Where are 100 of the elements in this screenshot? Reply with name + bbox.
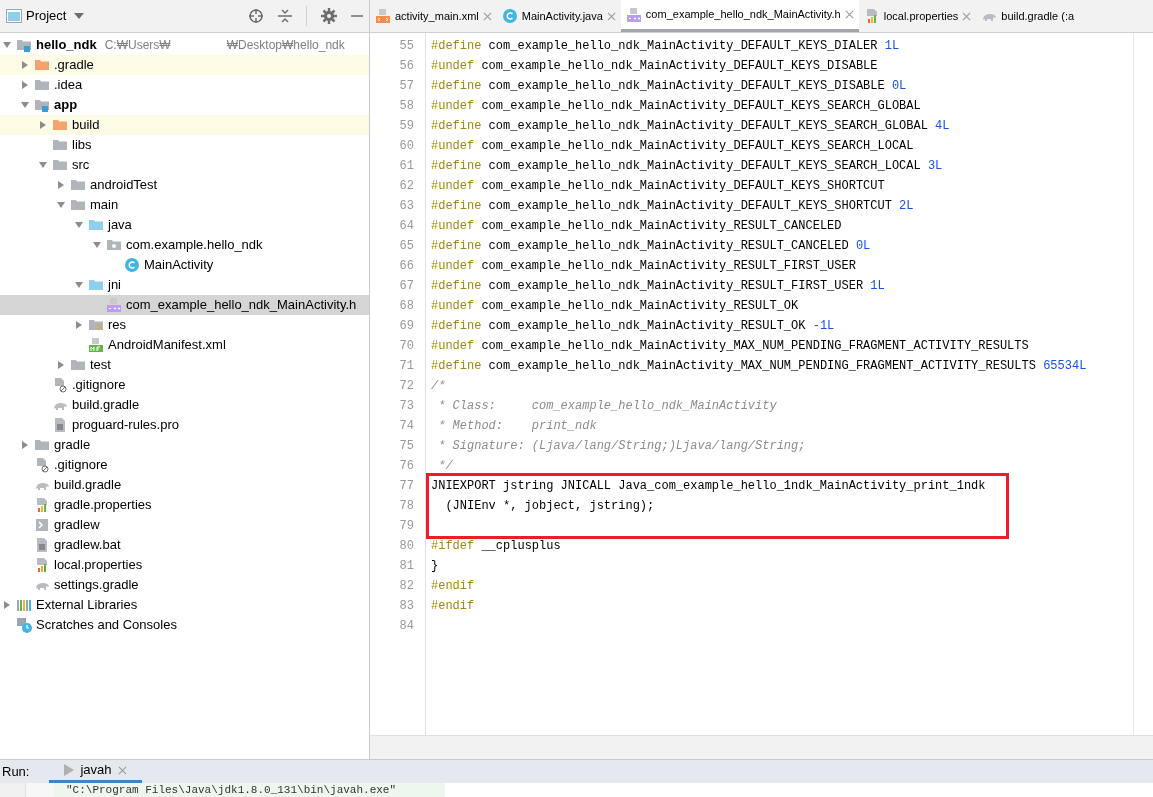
code-line: #undef com_example_hello_ndk_MainActivity_DEFAULT_KEYS_SEARCH_GLOBAL (430, 98, 921, 115)
tree-item[interactable]: libs (0, 135, 369, 155)
collapsed-arrow-icon[interactable] (38, 120, 48, 130)
folder-icon (34, 57, 50, 73)
tree-item[interactable]: AndroidManifest.xml (0, 335, 369, 355)
code-line: #define com_example_hello_ndk_MainActivity_DEFAULT_KEYS_SEARCH_LOCAL 3L (430, 158, 943, 175)
tree-item[interactable]: test (0, 355, 369, 375)
line-number: 71 (398, 358, 415, 375)
tree-item[interactable]: build.gradle (0, 475, 369, 495)
code-line: #define com_example_hello_ndk_MainActivity_RESULT_CANCELED 0L (430, 238, 871, 255)
editor-tab[interactable]: local.properties (858, 0, 977, 32)
tree-item[interactable]: java (0, 215, 369, 235)
line-number: 80 (398, 538, 415, 555)
tree-item[interactable]: local.properties (0, 555, 369, 575)
folder-icon (88, 277, 104, 293)
line-number: 62 (398, 178, 415, 195)
tree-item[interactable]: com.example.hello_ndk (0, 235, 369, 255)
folder-icon (52, 157, 68, 173)
settings-icon[interactable] (321, 8, 337, 24)
close-icon[interactable] (962, 11, 972, 21)
code-line: * Class: com_example_hello_ndk_MainActivity (437, 398, 777, 415)
code-line: #undef com_example_hello_ndk_MainActivity_RESULT_OK (430, 298, 799, 315)
editor-tab[interactable]: build.gradle (:a (976, 0, 1080, 32)
project-window-icon (6, 9, 22, 23)
project-view-dropdown[interactable]: Project (26, 6, 85, 26)
xml-file-icon (375, 8, 391, 24)
folder-icon (88, 217, 104, 233)
editor-tab[interactable]: com_example_hello_ndk_MainActivity.h (620, 0, 859, 32)
folder-icon (52, 117, 68, 133)
line-number: 74 (398, 418, 415, 435)
properties-file-icon (34, 497, 50, 513)
close-icon[interactable] (482, 11, 492, 21)
code-line: (JNIEnv *, jobject, jstring); (444, 498, 655, 515)
folder-icon (70, 177, 86, 193)
code-line: /* (430, 378, 446, 395)
manifest-icon (88, 337, 104, 353)
tree-item[interactable]: app (0, 95, 369, 115)
code-line: */ (437, 458, 453, 475)
close-icon[interactable] (844, 10, 854, 19)
code-line: #define com_example_hello_ndk_MainActivity_DEFAULT_KEYS_SEARCH_GLOBAL 4L (430, 118, 950, 135)
line-number: 58 (398, 98, 415, 115)
tree-item[interactable]: proguard-rules.pro (0, 415, 369, 435)
line-number: 57 (398, 78, 415, 95)
tree-item[interactable]: .gitignore (0, 375, 369, 395)
line-number: 76 (398, 458, 415, 475)
tree-item[interactable]: .idea (0, 75, 369, 95)
collapse-all-icon[interactable] (278, 8, 292, 24)
collapsed-arrow-icon[interactable] (56, 360, 66, 370)
tree-item[interactable]: main (0, 195, 369, 215)
line-number: 78 (398, 498, 415, 515)
tree-item[interactable]: com_example_hello_ndk_MainActivity.h (0, 295, 369, 315)
tree-item[interactable]: src (0, 155, 369, 175)
code-line: #endif (430, 598, 475, 615)
line-number: 68 (398, 298, 415, 315)
expanded-arrow-icon[interactable] (2, 40, 12, 50)
tree-item[interactable]: gradle (0, 435, 369, 455)
expanded-arrow-icon[interactable] (74, 280, 84, 290)
code-line: JNIEXPORT jstring JNICALL Java_com_example_hello_1ndk_MainActivity_print_1ndk (430, 478, 986, 495)
folder-icon (34, 77, 50, 93)
libraries-icon (16, 597, 32, 613)
tree-item[interactable]: gradlew.bat (0, 535, 369, 555)
close-icon[interactable] (606, 11, 616, 21)
collapsed-arrow-icon[interactable] (2, 600, 12, 610)
run-label: Run: (2, 762, 30, 781)
text-file-icon (52, 417, 68, 433)
tree-item[interactable]: res (0, 315, 369, 335)
code-line: #undef com_example_hello_ndk_MainActivity_DEFAULT_KEYS_DISABLE (430, 58, 878, 75)
editor-tab[interactable]: activity_main.xml (370, 0, 497, 32)
folder-icon (52, 137, 68, 153)
expanded-arrow-icon[interactable] (38, 160, 48, 170)
locate-icon[interactable] (248, 8, 264, 24)
tree-item[interactable]: gradlew (0, 515, 369, 535)
tree-item[interactable]: androidTest (0, 175, 369, 195)
expanded-arrow-icon[interactable] (20, 100, 30, 110)
editor-tab[interactable]: MainActivity.java (496, 0, 621, 32)
tree-item[interactable]: Scratches and Consoles (0, 615, 369, 635)
line-number: 84 (398, 618, 415, 635)
line-number: 63 (398, 198, 415, 215)
line-number: 79 (398, 518, 415, 535)
tree-item[interactable]: build (0, 115, 369, 135)
tree-item[interactable]: hello_ndk C:₩Users₩ ₩Desktop₩hello_ndk (0, 35, 369, 55)
tree-item[interactable]: settings.gradle (0, 575, 369, 595)
tree-item[interactable]: External Libraries (0, 595, 369, 615)
tree-item[interactable]: build.gradle (0, 395, 369, 415)
tree-item[interactable]: .gradle (0, 55, 369, 75)
collapsed-arrow-icon[interactable] (20, 440, 30, 450)
tree-item[interactable]: jni (0, 275, 369, 295)
code-line: #undef com_example_hello_ndk_MainActivity_DEFAULT_KEYS_SEARCH_LOCAL (430, 138, 914, 155)
collapsed-arrow-icon[interactable] (56, 180, 66, 190)
tree-item[interactable]: gradle.properties (0, 495, 369, 515)
close-icon[interactable] (117, 765, 127, 775)
line-number: 65 (398, 238, 415, 255)
tree-item[interactable]: MainActivity (0, 255, 369, 275)
tree-item[interactable]: .gitignore (0, 455, 369, 475)
code-line: } (430, 558, 439, 575)
line-number: 60 (398, 138, 415, 155)
collapsed-arrow-icon[interactable] (74, 320, 84, 330)
line-number: 64 (398, 218, 415, 235)
line-number: 81 (398, 558, 415, 575)
code-line: #define com_example_hello_ndk_MainActivity_DEFAULT_KEYS_DIALER 1L (430, 38, 900, 55)
